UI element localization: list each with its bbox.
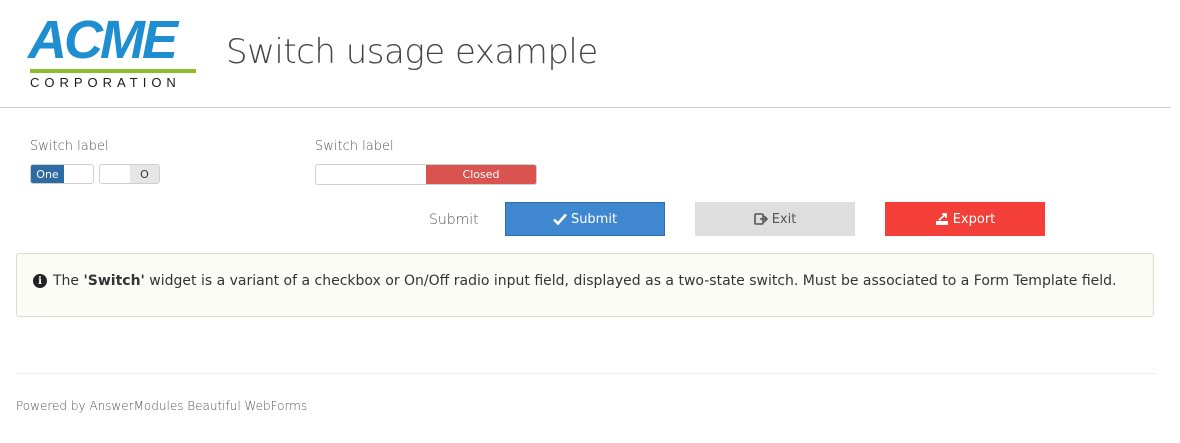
submit-button[interactable]: Submit — [505, 202, 665, 236]
info-prefix: The — [53, 273, 84, 289]
exit-button[interactable]: Exit — [695, 202, 855, 236]
page-header: ACME CORPORATION Switch usage example — [0, 0, 1170, 108]
submit-row-label: Submit — [429, 212, 479, 228]
switch-a: One O — [30, 164, 160, 184]
logo-brand: ACME — [28, 10, 178, 70]
switch-a-on-text: One — [31, 165, 64, 183]
switch-a-label: Switch label — [30, 139, 109, 154]
switch-b[interactable]: Closed — [315, 164, 537, 185]
export-button-label: Export — [952, 211, 996, 227]
switch-a-option-o[interactable]: O — [99, 164, 160, 184]
switch-a-option-one[interactable]: One — [30, 164, 94, 184]
export-button[interactable]: Export — [885, 202, 1045, 236]
exit-button-label: Exit — [771, 211, 797, 227]
submit-button-label: Submit — [570, 211, 618, 227]
export-icon — [935, 212, 949, 226]
footer-divider — [16, 373, 1156, 374]
exit-icon — [753, 213, 768, 225]
info-panel: i The 'Switch' widget is a variant of a … — [16, 253, 1154, 317]
page-title: Switch usage example — [226, 32, 598, 72]
check-icon — [553, 213, 567, 225]
switch-a-off-text: O — [130, 165, 159, 183]
info-text: widget is a variant of a checkbox or On/… — [144, 273, 1117, 289]
footer-text: Powered by AnswerModules Beautiful WebFo… — [16, 399, 308, 413]
acme-logo: ACME CORPORATION — [28, 12, 198, 90]
info-icon: i — [33, 274, 47, 288]
info-highlight: 'Switch' — [83, 273, 145, 289]
switch-b-label: Switch label — [315, 139, 394, 154]
switch-b-state: Closed — [426, 165, 536, 184]
logo-subtitle: CORPORATION — [30, 75, 181, 90]
info-message: i The 'Switch' widget is a variant of a … — [33, 273, 1117, 289]
logo-underline — [30, 69, 196, 73]
